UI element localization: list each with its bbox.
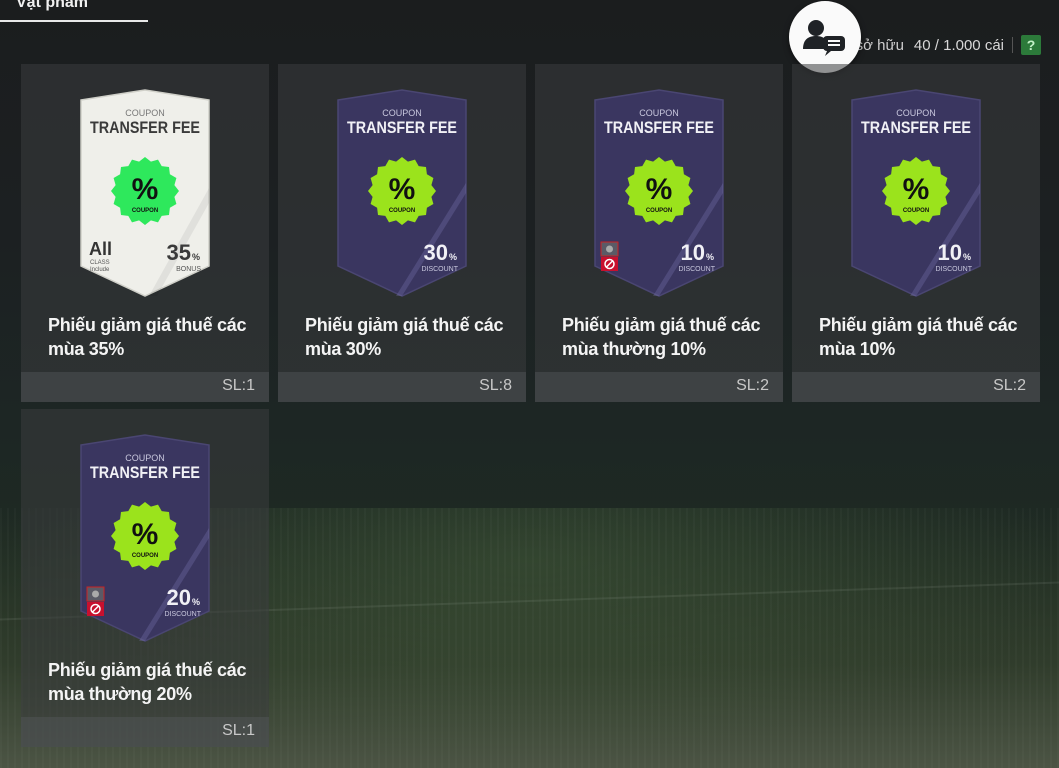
- card-value-label: DISCOUNT: [421, 266, 458, 273]
- item-card-1[interactable]: COUPON TRANSFER FEE% COUPON 30% DISCOUNT Phi…: [278, 64, 526, 402]
- card-class-text: All: [89, 239, 112, 259]
- item-footer: SL:8: [278, 372, 526, 402]
- card-value: 35: [167, 240, 191, 265]
- item-title: Phiếu giảm giá thuế các mùa thường 10%: [562, 315, 761, 359]
- card-value-label: BONUS: [176, 266, 201, 273]
- coupon-card-art: COUPON TRANSFER FEE% COUPON 35% BONUS All CLAS…: [21, 64, 269, 304]
- badge-text: COUPON: [389, 208, 415, 214]
- user-chat-button[interactable]: [789, 1, 861, 73]
- item-quantity: SL:1: [222, 377, 255, 394]
- card-title-text: TRANSFER FEE: [604, 118, 714, 137]
- coupon-card-graphic: COUPONTRANSFER FEE%COUPON20 %DISCOUNT: [80, 434, 210, 642]
- item-footer: SL:1: [21, 372, 269, 402]
- item-footer: SL:2: [535, 372, 783, 402]
- owned-count: 40 / 1.000 cái: [913, 36, 1004, 54]
- card-value: 30: [424, 240, 448, 265]
- badge-text: COUPON: [132, 208, 158, 214]
- card-class-sub: Include: [90, 267, 110, 273]
- item-footer: SL:1: [21, 717, 269, 747]
- card-class-sub: CLASS: [90, 260, 110, 266]
- no-entry-icon: [600, 241, 619, 271]
- card-value: 10: [938, 240, 962, 265]
- divider: [1012, 37, 1013, 53]
- coupon-card-graphic: COUPONTRANSFER FEE%COUPON10 %DISCOUNT: [594, 89, 724, 297]
- owned-counter: g sở hữu 40 / 1.000 cái ?: [843, 34, 1041, 56]
- item-quantity: SL:1: [222, 722, 255, 739]
- badge-text: COUPON: [646, 208, 672, 214]
- item-title: Phiếu giảm giá thuế các mùa 35%: [48, 315, 247, 359]
- percent-icon: %: [132, 173, 159, 206]
- coupon-card-graphic: COUPONTRANSFER FEE%COUPON30 %DISCOUNT: [337, 89, 467, 297]
- card-unit: %: [192, 597, 200, 607]
- item-title: Phiếu giảm giá thuế các mùa thường 20%: [48, 660, 247, 704]
- percent-icon: %: [903, 173, 930, 206]
- percent-icon: %: [389, 173, 416, 206]
- tab-items-label: Vật phẩm: [16, 0, 89, 11]
- card-header-text: COUPON: [125, 453, 165, 463]
- item-footer: SL:2: [792, 372, 1040, 402]
- card-header-text: COUPON: [125, 108, 165, 118]
- percent-icon: %: [646, 173, 673, 206]
- card-unit: %: [706, 252, 714, 262]
- card-value-label: DISCOUNT: [164, 611, 201, 618]
- card-value-label: DISCOUNT: [678, 266, 715, 273]
- card-unit: %: [963, 252, 971, 262]
- card-title-text: TRANSFER FEE: [347, 118, 457, 137]
- item-quantity: SL:2: [993, 377, 1026, 394]
- item-title: Phiếu giảm giá thuế các mùa 10%: [819, 315, 1018, 359]
- item-card-3[interactable]: COUPON TRANSFER FEE% COUPON 10% DISCOUNT Phi…: [792, 64, 1040, 402]
- coupon-card-art: COUPON TRANSFER FEE% COUPON 30% DISCOUNT: [278, 64, 526, 304]
- coupon-card-graphic: COUPONTRANSFER FEE%COUPON35 %BONUSAllCLAS…: [80, 89, 210, 297]
- item-title: Phiếu giảm giá thuế các mùa 30%: [305, 315, 504, 359]
- card-title-text: TRANSFER FEE: [861, 118, 971, 137]
- card-title-text: TRANSFER FEE: [90, 118, 200, 137]
- item-quantity: SL:8: [479, 377, 512, 394]
- user-chat-icon: [803, 20, 845, 56]
- help-button[interactable]: ?: [1021, 35, 1041, 55]
- coupon-card-art: COUPON TRANSFER FEE% COUPON 20% DISCOUNT: [21, 409, 269, 649]
- coupon-card-art: COUPON TRANSFER FEE% COUPON 10% DISCOUNT: [792, 64, 1040, 304]
- card-unit: %: [449, 252, 457, 262]
- item-card-4[interactable]: COUPON TRANSFER FEE% COUPON 20% DISCOUNT Phi…: [21, 409, 269, 747]
- card-value-label: DISCOUNT: [935, 266, 972, 273]
- card-unit: %: [192, 252, 200, 262]
- item-quantity: SL:2: [736, 377, 769, 394]
- tab-items[interactable]: Vật phẩm: [0, 0, 148, 22]
- item-card-2[interactable]: COUPON TRANSFER FEE% COUPON 10% DISCOUNT Phi…: [535, 64, 783, 402]
- item-card-0[interactable]: COUPON TRANSFER FEE% COUPON 35% BONUS All CLAS…: [21, 64, 269, 402]
- card-title-text: TRANSFER FEE: [90, 463, 200, 482]
- card-header-text: COUPON: [639, 108, 679, 118]
- coupon-card-art: COUPON TRANSFER FEE% COUPON 10% DISCOUNT: [535, 64, 783, 304]
- badge-text: COUPON: [903, 208, 929, 214]
- card-header-text: COUPON: [896, 108, 936, 118]
- percent-icon: %: [132, 518, 159, 551]
- card-value: 10: [681, 240, 705, 265]
- badge-text: COUPON: [132, 553, 158, 559]
- no-entry-icon: [86, 586, 105, 616]
- card-value: 20: [167, 585, 191, 610]
- coupon-card-graphic: COUPONTRANSFER FEE%COUPON10 %DISCOUNT: [851, 89, 981, 297]
- card-header-text: COUPON: [382, 108, 422, 118]
